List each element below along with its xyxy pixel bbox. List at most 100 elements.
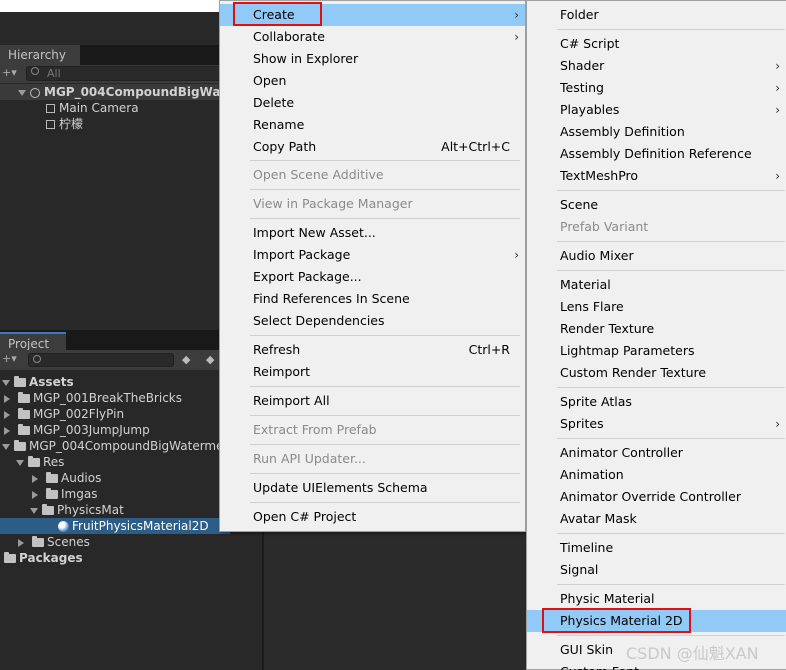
tree-row[interactable]: Audios <box>32 470 101 486</box>
collapse-arrow-icon[interactable] <box>4 426 10 435</box>
tree-row[interactable]: Assets <box>2 374 74 390</box>
expand-arrow-icon[interactable] <box>2 443 10 450</box>
menu-item-timeline[interactable]: Timeline <box>527 537 786 559</box>
menu-item-scene[interactable]: Scene <box>527 194 786 216</box>
menu-item-sprites[interactable]: Sprites › <box>527 413 786 435</box>
scene-row[interactable]: MGP_004CompoundBigWate <box>0 84 234 100</box>
collapse-arrow-icon[interactable] <box>18 538 24 547</box>
unity-scene-icon <box>30 87 40 98</box>
menu-item-animator-override-controller[interactable]: Animator Override Controller <box>527 486 786 508</box>
menu-item-physic-material[interactable]: Physic Material <box>527 588 786 610</box>
menu-item-signal[interactable]: Signal <box>527 559 786 581</box>
menu-item-find-references-in-scene[interactable]: Find References In Scene <box>220 288 525 310</box>
tree-row[interactable]: MGP_001BreakTheBricks <box>4 390 182 406</box>
menu-item-lightmap-parameters[interactable]: Lightmap Parameters <box>527 340 786 362</box>
tree-row[interactable]: Packages <box>4 550 83 566</box>
hierarchy-item-label: 柠檬 <box>59 117 84 131</box>
tree-row[interactable]: Imgas <box>32 486 97 502</box>
menu-item-import-package[interactable]: Import Package › <box>220 244 525 266</box>
menu-item-material[interactable]: Material <box>527 274 786 296</box>
menu-item-animation[interactable]: Animation <box>527 464 786 486</box>
collapse-arrow-icon[interactable] <box>32 490 38 499</box>
menu-item-copy-path[interactable]: Copy Path Alt+Ctrl+C <box>220 136 525 158</box>
expand-arrow-icon[interactable] <box>16 459 24 466</box>
tab-hierarchy[interactable]: Hierarchy <box>0 45 80 65</box>
menu-separator <box>557 270 785 271</box>
folder-icon <box>18 392 30 403</box>
menu-item-import-new-asset[interactable]: Import New Asset... <box>220 222 525 244</box>
menu-item-render-texture[interactable]: Render Texture <box>527 318 786 340</box>
expand-arrow-icon[interactable] <box>18 89 26 96</box>
tree-row[interactable]: Scenes <box>18 534 90 550</box>
menu-item-reimport[interactable]: Reimport <box>220 361 525 383</box>
menu-separator <box>557 584 785 585</box>
hierarchy-search-input[interactable]: All <box>26 66 222 81</box>
menu-item-reimport-all[interactable]: Reimport All <box>220 390 525 412</box>
submenu-arrow-icon: › <box>775 417 780 431</box>
menu-item-c-script[interactable]: C# Script <box>527 33 786 55</box>
tree-row-selected[interactable]: FruitPhysicsMaterial2D <box>0 518 230 534</box>
menu-item-export-package[interactable]: Export Package... <box>220 266 525 288</box>
submenu-arrow-icon: › <box>775 103 780 117</box>
menu-item-animator-controller[interactable]: Animator Controller <box>527 442 786 464</box>
collapse-arrow-icon[interactable] <box>32 474 38 483</box>
menu-item-avatar-mask[interactable]: Avatar Mask <box>527 508 786 530</box>
menu-item-playables[interactable]: Playables › <box>527 99 786 121</box>
menu-item-delete[interactable]: Delete <box>220 92 525 114</box>
collapse-arrow-icon[interactable] <box>4 394 10 403</box>
filter-by-label-icon[interactable]: ◆ <box>206 353 220 366</box>
physics-material-icon <box>58 521 69 532</box>
menu-item-lens-flare[interactable]: Lens Flare <box>527 296 786 318</box>
tree-row[interactable]: PhysicsMat <box>30 502 124 518</box>
menu-item-open[interactable]: Open <box>220 70 525 92</box>
expand-arrow-icon[interactable] <box>2 379 10 386</box>
menu-separator <box>250 386 520 387</box>
folder-icon <box>18 424 30 435</box>
folder-icon <box>14 376 26 387</box>
menu-item-update-uielements-schema[interactable]: Update UIElements Schema <box>220 477 525 499</box>
menu-item-show-in-explorer[interactable]: Show in Explorer <box>220 48 525 70</box>
menu-item-audio-mixer[interactable]: Audio Mixer <box>527 245 786 267</box>
menu-separator <box>250 335 520 336</box>
menu-item-label: TextMeshPro <box>560 168 639 183</box>
menu-separator <box>250 502 520 503</box>
tree-row[interactable]: Res <box>16 454 64 470</box>
menu-item-label: View in Package Manager <box>253 196 413 211</box>
menu-item-folder[interactable]: Folder <box>527 4 786 26</box>
tree-row-label: Audios <box>61 471 102 485</box>
project-search-input[interactable] <box>28 353 174 367</box>
menu-item-assembly-definition[interactable]: Assembly Definition <box>527 121 786 143</box>
tab-project[interactable]: Project <box>0 332 66 351</box>
menu-item-select-dependencies[interactable]: Select Dependencies <box>220 310 525 332</box>
create-annotation-box <box>233 2 322 26</box>
collapse-arrow-icon[interactable] <box>4 410 10 419</box>
menu-item-custom-render-texture[interactable]: Custom Render Texture <box>527 362 786 384</box>
menu-item-label: Animation <box>560 467 624 482</box>
menu-item-collaborate[interactable]: Collaborate › <box>220 26 525 48</box>
tree-row[interactable]: MGP_002FlyPin <box>4 406 124 422</box>
menu-item-shader[interactable]: Shader › <box>527 55 786 77</box>
add-dropdown-icon[interactable]: +▾ <box>2 352 17 365</box>
tree-row-label: Imgas <box>61 487 98 501</box>
add-dropdown-icon[interactable]: +▾ <box>2 66 17 79</box>
tree-row[interactable]: MGP_004CompoundBigWaterme <box>2 438 224 454</box>
menu-separator <box>250 473 520 474</box>
menu-item-assembly-definition-reference[interactable]: Assembly Definition Reference <box>527 143 786 165</box>
filter-by-type-icon[interactable]: ◆ <box>182 353 196 366</box>
menu-item-shortcut: Alt+Ctrl+C <box>441 139 510 154</box>
menu-separator <box>557 190 785 191</box>
tree-row[interactable]: MGP_003JumpJump <box>4 422 150 438</box>
expand-arrow-icon[interactable] <box>30 507 38 514</box>
menu-item-refresh[interactable]: Refresh Ctrl+R <box>220 339 525 361</box>
menu-item-rename[interactable]: Rename <box>220 114 525 136</box>
menu-item-textmeshpro[interactable]: TextMeshPro › <box>527 165 786 187</box>
menu-item-label: Open C# Project <box>253 509 357 524</box>
menu-item-label: Material <box>560 277 611 292</box>
hierarchy-item[interactable]: 柠檬 <box>46 116 83 132</box>
menu-item-testing[interactable]: Testing › <box>527 77 786 99</box>
menu-item-sprite-atlas[interactable]: Sprite Atlas <box>527 391 786 413</box>
tree-row-label: MGP_001BreakTheBricks <box>33 391 182 405</box>
menu-item-label: Refresh <box>253 342 301 357</box>
menu-item-open-c-project[interactable]: Open C# Project <box>220 506 525 528</box>
hierarchy-item[interactable]: Main Camera <box>46 100 139 116</box>
